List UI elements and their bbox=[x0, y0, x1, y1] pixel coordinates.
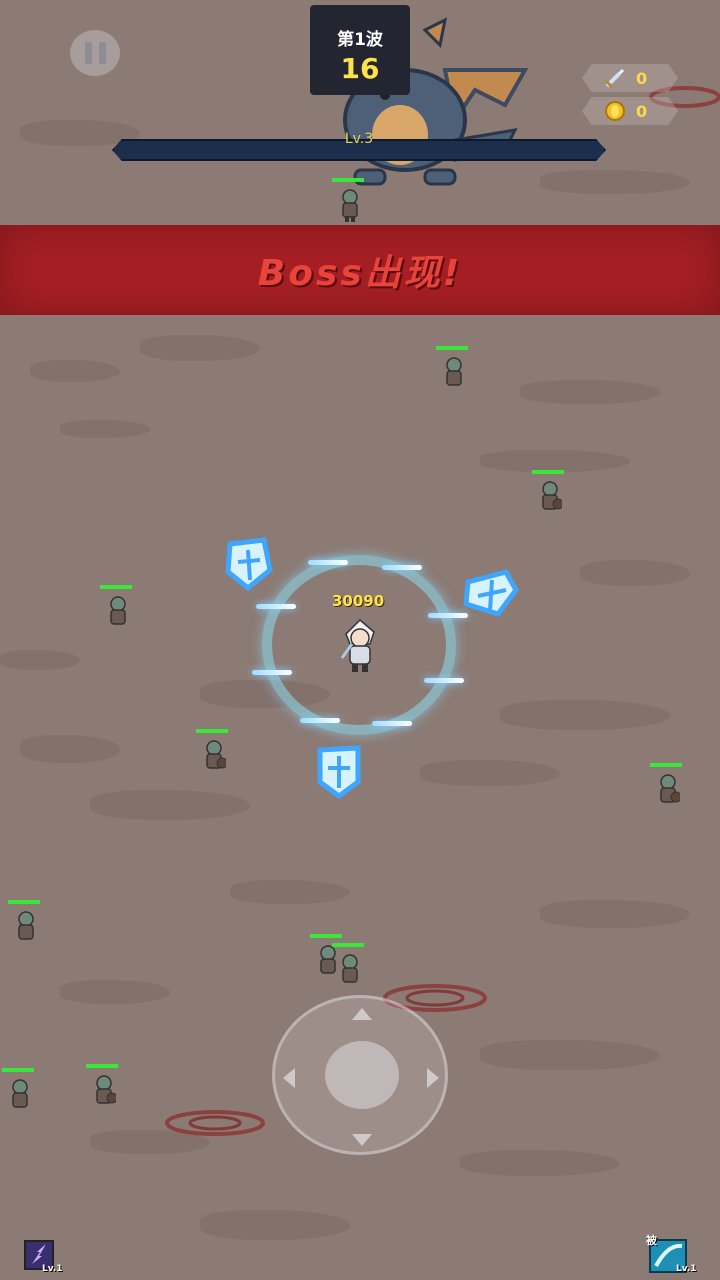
light-sword bbox=[300, 718, 340, 723]
joystick-right-arrow bbox=[427, 1068, 439, 1088]
goblin-enemy bbox=[194, 729, 230, 773]
blue-shield bbox=[463, 569, 519, 617]
wave-count: 16 bbox=[340, 52, 380, 85]
goblin-enemy bbox=[648, 763, 684, 807]
skill-slot-left[interactable]: Lv.1 bbox=[24, 1240, 64, 1276]
coin-resource: 0 bbox=[582, 97, 678, 125]
goblin-enemy bbox=[530, 470, 566, 514]
blue-shield bbox=[317, 745, 361, 800]
wave-label: 第1波 bbox=[337, 30, 383, 50]
experience-bar: Lv.3 bbox=[112, 131, 606, 161]
goblin-enemy bbox=[98, 585, 134, 629]
hero-knight bbox=[340, 618, 375, 672]
light-sword bbox=[382, 565, 422, 570]
virtual-joystick[interactable] bbox=[272, 995, 448, 1155]
joystick-left-arrow bbox=[283, 1068, 295, 1088]
skill-level-label: Lv.1 bbox=[676, 1264, 697, 1274]
damage-number: 30090 bbox=[332, 592, 385, 610]
light-sword bbox=[424, 678, 464, 683]
goblin-enemy bbox=[330, 178, 366, 222]
light-sword bbox=[372, 721, 412, 726]
boss-warning-text: Boss出现! bbox=[257, 253, 463, 294]
light-sword bbox=[308, 560, 348, 565]
goblin-enemy bbox=[6, 900, 42, 944]
goblin-enemy bbox=[330, 943, 366, 987]
light-sword bbox=[252, 670, 292, 675]
pause-button[interactable] bbox=[70, 30, 120, 76]
light-sword bbox=[256, 604, 296, 609]
wave-counter: 第1波 16 bbox=[310, 5, 410, 95]
joystick-down-arrow bbox=[352, 1134, 372, 1146]
goblin-enemy bbox=[434, 346, 470, 390]
enemy-health-bar bbox=[332, 178, 364, 182]
skill-passive-tag: 被 bbox=[646, 1234, 657, 1247]
goblin-enemy bbox=[84, 1064, 120, 1108]
joystick-knob[interactable] bbox=[325, 1041, 399, 1109]
swirl-mark bbox=[165, 1110, 265, 1136]
coin-icon bbox=[605, 101, 625, 121]
boss-warning-banner: Boss出现! bbox=[0, 225, 720, 315]
skill-level-label: Lv.1 bbox=[42, 1264, 63, 1274]
sword-resource: 0 bbox=[582, 64, 678, 92]
sword-count: 0 bbox=[636, 68, 648, 88]
level-label: Lv.3 bbox=[344, 131, 374, 147]
joystick-up-arrow bbox=[352, 1008, 372, 1020]
pause-icon bbox=[84, 42, 92, 64]
sword-icon bbox=[604, 68, 625, 89]
blue-shield bbox=[225, 537, 273, 592]
coin-count: 0 bbox=[636, 101, 648, 121]
skill-slot-right[interactable]: 被 Lv.1 bbox=[646, 1234, 697, 1276]
goblin-enemy bbox=[0, 1068, 36, 1112]
